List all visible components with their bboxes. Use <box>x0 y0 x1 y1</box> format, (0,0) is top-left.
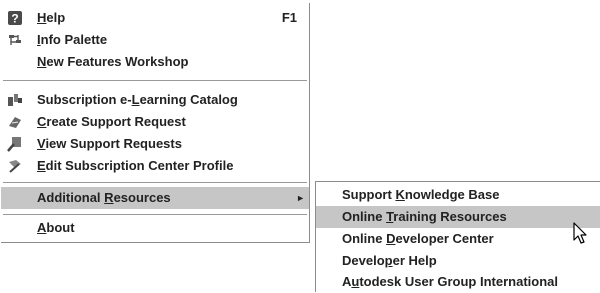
menu-item-label: Developer Help <box>342 253 437 268</box>
menu-item-about[interactable]: About <box>1 217 309 239</box>
menu-item-label: View Support Requests <box>37 136 182 151</box>
mouse-pointer-icon <box>573 222 589 246</box>
menu-item-label: Edit Subscription Center Profile <box>37 158 234 173</box>
menu-item-label: Online Training Resources <box>342 209 507 224</box>
menu-item-create-support-request[interactable]: Create Support Request <box>1 111 309 133</box>
menu-item-info-palette[interactable]: Info Palette <box>1 29 309 51</box>
submenu-item-online-training-resources[interactable]: Online Training Resources <box>316 206 600 228</box>
menu-item-label: Subscription e-Learning Catalog <box>37 92 238 107</box>
menu-item-help[interactable]: ? Help F1 <box>1 7 309 29</box>
menu-item-label: Autodesk User Group International <box>342 274 558 289</box>
menu-separator <box>3 80 307 82</box>
menu-item-label: New Features Workshop <box>37 54 189 69</box>
menu-item-label: Help <box>37 10 66 25</box>
menu-item-view-support-requests[interactable]: View Support Requests <box>1 133 309 155</box>
help-book-icon: ? <box>7 10 23 26</box>
shortcut-f1: F1 <box>281 10 297 25</box>
menu-item-label: About <box>37 220 75 235</box>
menu-item-label: Support Knowledge Base <box>342 187 500 202</box>
menu-item-additional-resources[interactable]: Additional Resources ► <box>1 187 309 209</box>
help-menu: ? Help F1 Info Palette New Features Work… <box>1 3 310 243</box>
submenu-item-autodesk-user-group[interactable]: Autodesk User Group International <box>316 271 600 293</box>
submenu-arrow-icon: ► <box>296 193 305 203</box>
menu-item-new-features-workshop[interactable]: New Features Workshop <box>1 51 309 73</box>
menu-item-label: Create Support Request <box>37 114 186 129</box>
menu-separator <box>3 214 307 216</box>
menu-item-edit-subscription-profile[interactable]: Edit Subscription Center Profile <box>1 155 309 177</box>
menu-item-label: Online Developer Center <box>342 231 494 246</box>
menu-item-elearning-catalog[interactable]: Subscription e-Learning Catalog <box>1 89 309 111</box>
submenu-item-online-developer-center[interactable]: Online Developer Center <box>316 228 600 250</box>
submenu-item-developer-help[interactable]: Developer Help <box>316 250 600 272</box>
elearning-catalog-icon <box>7 92 23 108</box>
additional-resources-submenu: Support Knowledge Base Online Training R… <box>315 181 600 292</box>
info-palette-icon <box>7 32 23 48</box>
create-request-icon <box>7 114 23 130</box>
view-requests-icon <box>7 136 23 152</box>
menu-separator <box>3 182 307 184</box>
menu-item-label: Info Palette <box>37 32 108 47</box>
menu-item-label: Additional Resources <box>37 190 171 205</box>
edit-profile-icon <box>7 158 23 174</box>
svg-text:?: ? <box>11 12 18 26</box>
submenu-item-support-knowledge-base[interactable]: Support Knowledge Base <box>316 184 600 206</box>
